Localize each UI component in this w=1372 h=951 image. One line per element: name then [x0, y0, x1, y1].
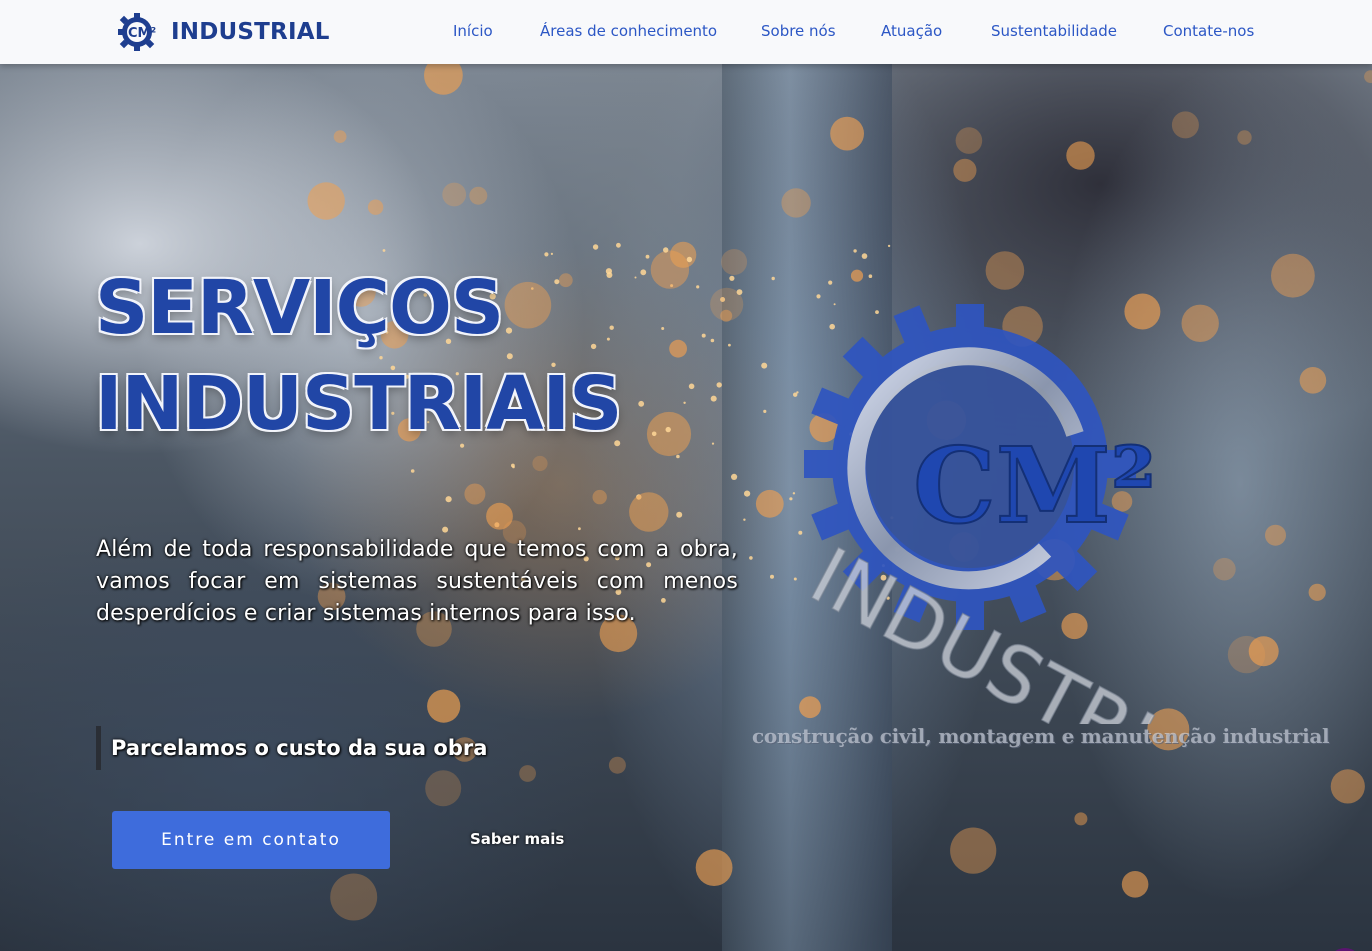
spark-dot — [887, 244, 891, 248]
spark-dot — [710, 338, 715, 343]
emblem-tagline: construção civil, montagem e manutenção … — [752, 724, 1330, 748]
learn-more-link[interactable]: Saber mais — [470, 830, 564, 848]
spark-dot — [683, 401, 686, 404]
spark-dot — [830, 116, 864, 151]
spark-dot — [729, 275, 735, 281]
spark-dot — [953, 158, 977, 182]
spark-dot — [853, 249, 857, 253]
spark-dot — [1265, 524, 1286, 546]
spark-dot — [532, 455, 548, 472]
spark-dot — [716, 382, 722, 388]
contact-button[interactable]: Entre em contato — [112, 811, 390, 869]
nav-link-sobre[interactable]: Sobre nós — [761, 22, 836, 40]
spark-dot — [629, 492, 669, 532]
spark-dot — [736, 289, 743, 295]
spark-dot — [1299, 367, 1327, 394]
spark-dot — [1364, 70, 1372, 83]
spark-dot — [1330, 769, 1365, 804]
spark-dot — [550, 252, 554, 255]
spark-dot — [1237, 130, 1252, 145]
spark-dot — [330, 873, 378, 921]
spark-dot — [634, 276, 637, 279]
spark-dot — [669, 339, 687, 358]
spark-dot — [850, 269, 864, 282]
spark-dot — [665, 426, 671, 433]
spark-dot — [592, 244, 599, 250]
main-nav: Início Áreas de conhecimento Sobre nós A… — [0, 0, 1372, 64]
spark-dot — [731, 473, 738, 480]
spark-dot — [728, 343, 731, 347]
hero-title: SERVIÇOS INDUSTRIAIS — [95, 260, 622, 452]
spark-dot — [950, 827, 997, 874]
spark-dot — [651, 431, 657, 437]
spark-dot — [1121, 871, 1149, 898]
spark-dot — [442, 182, 467, 207]
spark-dot — [544, 252, 549, 257]
spark-dot — [1308, 583, 1326, 601]
spark-dot — [442, 526, 449, 533]
nav-link-sustentabilidade[interactable]: Sustentabilidade — [991, 22, 1117, 40]
spark-dot — [410, 469, 415, 473]
gear-emblem-icon: CM² INDUSTRIAL — [795, 304, 1255, 724]
spark-dot — [661, 327, 665, 330]
spark-dot — [367, 199, 384, 215]
spark-dot — [710, 395, 717, 402]
spark-dot — [686, 256, 693, 263]
hero-description: Além de toda responsabilidade que temos … — [96, 537, 738, 626]
spark-dot — [663, 247, 669, 253]
nav-link-inicio[interactable]: Início — [453, 22, 493, 40]
spark-dot — [696, 285, 700, 289]
spark-dot — [868, 274, 873, 278]
nav-link-areas[interactable]: Áreas de conhecimento — [540, 22, 717, 40]
spark-dot — [721, 249, 748, 275]
spark-dot — [985, 251, 1025, 290]
hero-title-line-2: INDUSTRIAIS — [95, 361, 622, 447]
spark-dot — [771, 276, 775, 281]
spark-dot — [816, 294, 821, 299]
spark-dot — [578, 527, 581, 531]
spark-dot — [616, 242, 621, 248]
site-header: CM² INDUSTRIAL Início Áreas de conhecime… — [0, 0, 1372, 64]
spark-dot — [307, 182, 345, 220]
spark-dot — [688, 383, 695, 390]
spark-dot — [645, 254, 650, 259]
spark-dot — [382, 249, 386, 252]
spark-dot — [469, 186, 488, 205]
spark-dot — [427, 689, 461, 723]
spark-dot — [464, 483, 486, 505]
spark-dot — [1171, 111, 1199, 139]
emblem-mark-text: CM² — [913, 424, 1156, 547]
spark-dot — [676, 511, 683, 518]
spark-dot — [608, 756, 626, 774]
nav-link-contato[interactable]: Contate-nos — [1163, 22, 1254, 40]
spark-dot — [445, 496, 452, 503]
spark-dot — [1066, 141, 1095, 170]
spark-dot — [676, 454, 680, 459]
spark-dot — [640, 269, 647, 276]
spark-dot — [828, 280, 833, 285]
spark-dot — [650, 250, 690, 289]
spark-dot — [592, 489, 607, 505]
spark-dot — [333, 130, 347, 143]
highlight-quote: Parcelamos o custo da sua obra — [96, 726, 521, 770]
spark-dot — [638, 400, 645, 407]
spark-dot — [781, 188, 811, 218]
hero-title-line-1: SERVIÇOS — [95, 265, 504, 351]
spark-dot — [1271, 253, 1315, 298]
spark-dot — [861, 253, 868, 259]
spark-dot — [519, 765, 536, 782]
hero-section: SERVIÇOS INDUSTRIAIS Além de toda respon… — [0, 64, 1372, 951]
spark-dot — [1074, 812, 1088, 826]
spark-dot — [695, 849, 733, 886]
spark-dot — [512, 465, 515, 469]
nav-link-atuacao[interactable]: Atuação — [881, 22, 942, 40]
spark-dot — [486, 502, 513, 530]
spark-dot — [425, 770, 462, 807]
spark-dot — [701, 333, 706, 338]
spark-dot — [424, 64, 463, 95]
highlight-text: Parcelamos o custo da sua obra — [111, 736, 488, 760]
spark-dot — [955, 127, 983, 154]
spark-dot — [711, 442, 715, 445]
